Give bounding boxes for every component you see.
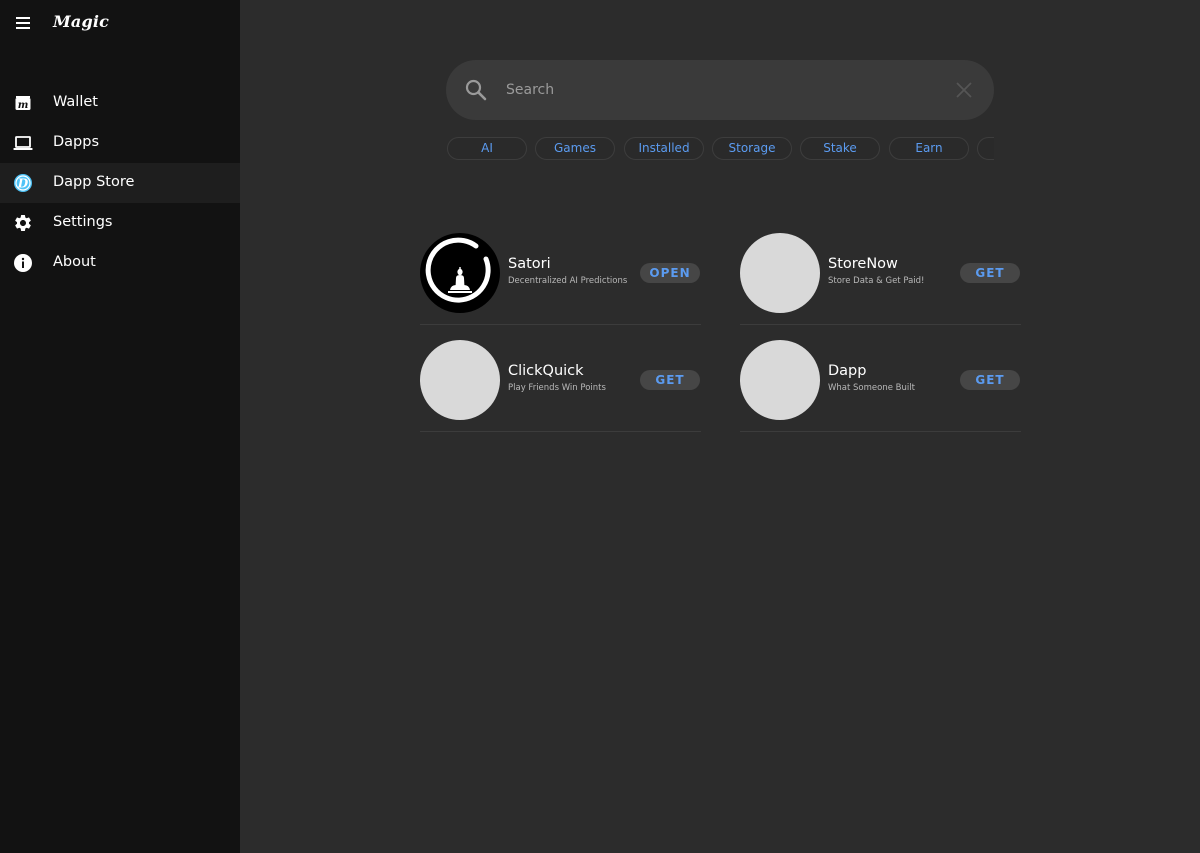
- app-description: Decentralized AI Predictions: [508, 276, 628, 286]
- app-description: Store Data & Get Paid!: [828, 276, 925, 286]
- category-chip-games[interactable]: Games: [535, 137, 615, 160]
- search-icon: [464, 78, 488, 102]
- app-description: What Someone Built: [828, 383, 915, 393]
- sidebar-item-label: Dapps: [53, 134, 100, 150]
- category-chip-stake[interactable]: Stake: [800, 137, 880, 160]
- category-chip-earn[interactable]: Earn: [889, 137, 969, 160]
- svg-text:D: D: [17, 177, 29, 191]
- app-card-satori[interactable]: Satori Decentralized AI Predictions OPEN: [420, 233, 701, 325]
- sidebar-item-about[interactable]: About: [0, 243, 240, 283]
- sidebar-item-wallet[interactable]: m Wallet: [0, 83, 240, 123]
- app-card-storenow[interactable]: StoreNow Store Data & Get Paid! GET: [740, 233, 1021, 325]
- category-chip-more[interactable]: [977, 137, 994, 160]
- sidebar-item-label: About: [53, 254, 96, 270]
- category-chip-ai[interactable]: AI: [447, 137, 527, 160]
- app-card-clickquick[interactable]: ClickQuick Play Friends Win Points GET: [420, 340, 701, 432]
- app-brand: Magic: [53, 12, 110, 31]
- app-title: Dapp: [828, 363, 867, 379]
- search-input[interactable]: [506, 76, 926, 104]
- hamburger-menu-icon[interactable]: [16, 17, 30, 29]
- gear-icon: [13, 213, 33, 233]
- category-chip-storage[interactable]: Storage: [712, 137, 792, 160]
- satori-logo: [420, 233, 500, 313]
- app-card-dapp[interactable]: Dapp What Someone Built GET: [740, 340, 1021, 432]
- sidebar-item-label: Settings: [53, 214, 113, 230]
- app-description: Play Friends Win Points: [508, 383, 606, 393]
- sidebar-item-label: Wallet: [53, 94, 98, 110]
- sidebar-item-settings[interactable]: Settings: [0, 203, 240, 243]
- get-button[interactable]: GET: [960, 263, 1020, 283]
- category-chips: AI Games Installed Storage Stake Earn: [446, 137, 994, 161]
- info-icon: [13, 253, 33, 273]
- sidebar-nav: m Wallet Dapps D Dapp Store Settings Abo…: [0, 83, 240, 283]
- app-title: ClickQuick: [508, 363, 584, 379]
- sidebar-header: Magic: [0, 0, 240, 48]
- app-icon-placeholder: [420, 340, 500, 420]
- dapp-store-icon: D: [13, 173, 33, 193]
- sidebar-item-dapp-store[interactable]: D Dapp Store: [0, 163, 240, 203]
- get-button[interactable]: GET: [960, 370, 1020, 390]
- sidebar-item-label: Dapp Store: [53, 174, 135, 190]
- search-bar: [446, 60, 994, 120]
- app-icon-placeholder: [740, 340, 820, 420]
- app-icon-placeholder: [740, 233, 820, 313]
- category-chip-installed[interactable]: Installed: [624, 137, 704, 160]
- open-button[interactable]: OPEN: [640, 263, 700, 283]
- app-title: StoreNow: [828, 256, 898, 272]
- svg-text:m: m: [18, 100, 29, 111]
- close-icon[interactable]: [954, 80, 974, 100]
- sidebar-item-dapps[interactable]: Dapps: [0, 123, 240, 163]
- app-title: Satori: [508, 256, 551, 272]
- wallet-icon: m: [13, 93, 33, 113]
- sidebar: Magic m Wallet Dapps D Dapp Store Settin…: [0, 0, 240, 853]
- laptop-icon: [13, 133, 33, 153]
- get-button[interactable]: GET: [640, 370, 700, 390]
